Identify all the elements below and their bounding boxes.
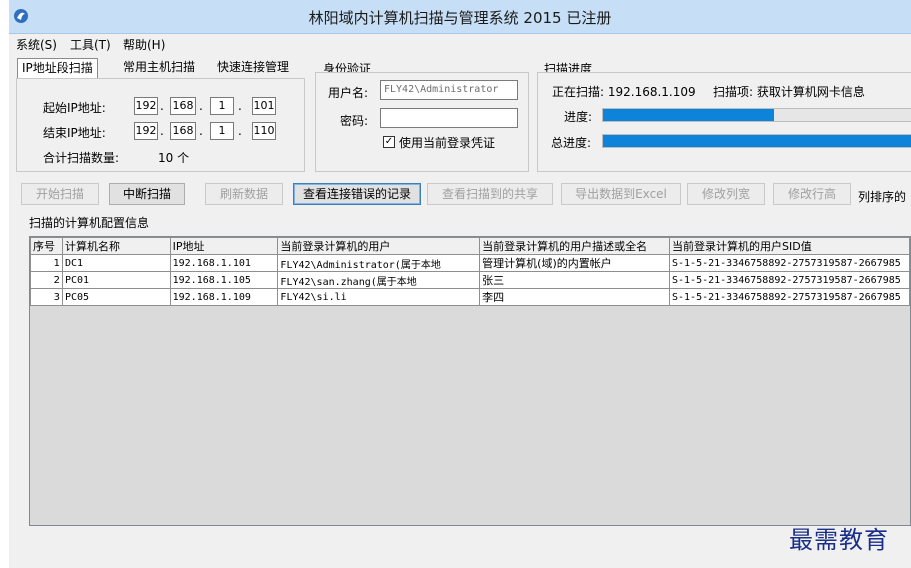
- total-progress-bar: [602, 134, 911, 148]
- table-cell[interactable]: PC01: [61, 271, 171, 289]
- total-count-label: 合计扫描数量:: [43, 151, 120, 165]
- table-cell[interactable]: 192.168.1.101: [169, 254, 279, 272]
- progress-panel: 正在扫描: 192.168.1.109 扫描项: 获取计算机网卡信息 进度: 总…: [537, 72, 911, 172]
- column-header-computer-name[interactable]: 计算机名称: [61, 237, 171, 255]
- start-ip-octet-3[interactable]: 1: [210, 97, 234, 115]
- start-ip-label: 起始IP地址:: [43, 101, 106, 115]
- end-ip-octet-3[interactable]: 1: [210, 122, 234, 140]
- ip-dot: .: [199, 124, 203, 138]
- ip-range-panel: 起始IP地址: 192 . 168 . 1 . 101 结束IP地址: 192 …: [16, 78, 305, 172]
- username-label: 用户名:: [328, 86, 369, 100]
- menu-tools[interactable]: 工具(T): [70, 36, 111, 53]
- password-field[interactable]: [380, 108, 518, 128]
- password-label: 密码:: [340, 114, 369, 128]
- table-cell[interactable]: 管理计算机(域)的内置帐户: [479, 254, 670, 272]
- table-header-row: 序号 计算机名称 IP地址 当前登录计算机的用户 当前登录计算机的用户描述或全名…: [30, 237, 910, 255]
- item-progress-bar: [602, 108, 911, 122]
- table-cell[interactable]: PC05: [61, 288, 171, 306]
- table-cell[interactable]: FLY42\si.li: [277, 288, 481, 306]
- table-cell[interactable]: S-1-5-21-3346758892-2757319587-2667985: [669, 271, 910, 289]
- table-cell[interactable]: 192.168.1.109: [169, 288, 279, 306]
- view-shares-button[interactable]: 查看扫描到的共享: [427, 183, 553, 205]
- ip-dot: .: [160, 124, 164, 138]
- ip-dot: .: [238, 99, 242, 113]
- table-row[interactable]: 3 PC05 192.168.1.109 FLY42\si.li 李四 S-1-…: [30, 288, 910, 306]
- table-row[interactable]: 2 PC01 192.168.1.105 FLY42\san.zhang(属于本…: [30, 271, 910, 289]
- username-field[interactable]: FLY42\Administrator: [380, 80, 518, 100]
- column-header-user-sid[interactable]: 当前登录计算机的用户SID值: [669, 237, 910, 255]
- watermark-text: 最需教育: [789, 526, 889, 554]
- auth-panel: 用户名: FLY42\Administrator 密码: ✓ 使用当前登录凭证: [315, 72, 529, 172]
- table-cell[interactable]: S-1-5-21-3346758892-2757319587-2667985: [669, 288, 910, 306]
- start-scan-button[interactable]: 开始扫描: [21, 183, 99, 205]
- table-cell[interactable]: DC1: [61, 254, 171, 272]
- table-cell[interactable]: 张三: [479, 271, 670, 289]
- item-progress-fill: [603, 109, 774, 121]
- scanning-target-label: 正在扫描: 192.168.1.109: [552, 85, 696, 99]
- scan-item-label: 扫描项: 获取计算机网卡信息: [713, 85, 865, 99]
- start-ip-octet-1[interactable]: 192: [134, 97, 158, 115]
- tab-common-host-scan[interactable]: 常用主机扫描: [119, 58, 199, 78]
- menu-system[interactable]: 系统(S): [16, 36, 57, 53]
- computer-info-grid[interactable]: 序号 计算机名称 IP地址 当前登录计算机的用户 当前登录计算机的用户描述或全名…: [29, 236, 911, 526]
- start-ip-octet-2[interactable]: 168: [170, 97, 196, 115]
- tab-ip-range-scan[interactable]: IP地址段扫描: [17, 58, 98, 78]
- table-cell[interactable]: S-1-5-21-3346758892-2757319587-2667985: [669, 254, 910, 272]
- table-cell[interactable]: FLY42\Administrator(属于本地: [277, 254, 481, 272]
- table-cell[interactable]: 1: [30, 254, 63, 272]
- stop-scan-button[interactable]: 中断扫描: [109, 183, 185, 205]
- end-ip-octet-1[interactable]: 192: [134, 122, 158, 140]
- edit-column-width-button[interactable]: 修改列宽: [687, 183, 765, 205]
- column-header-user-description[interactable]: 当前登录计算机的用户描述或全名: [479, 237, 670, 255]
- window-title: 林阳域内计算机扫描与管理系统 2015 已注册: [308, 9, 612, 27]
- use-current-credentials-checkbox[interactable]: ✓: [383, 136, 395, 148]
- view-connection-errors-button[interactable]: 查看连接错误的记录: [293, 183, 421, 205]
- tab-quick-connect[interactable]: 快速连接管理: [213, 58, 293, 78]
- end-ip-label: 结束IP地址:: [43, 126, 106, 140]
- column-header-index[interactable]: 序号: [30, 237, 63, 255]
- table-cell[interactable]: 3: [30, 288, 63, 306]
- grid-section-title: 扫描的计算机配置信息: [29, 216, 150, 230]
- table-cell[interactable]: 李四: [479, 288, 670, 306]
- use-current-credentials-label[interactable]: 使用当前登录凭证: [399, 134, 495, 151]
- refresh-data-button[interactable]: 刷新数据: [205, 183, 283, 205]
- total-progress-label: 总进度:: [551, 136, 592, 150]
- title-bar[interactable]: 林阳域内计算机扫描与管理系统 2015 已注册: [9, 0, 911, 34]
- menu-bar: 系统(S) 工具(T) 帮助(H): [9, 34, 911, 54]
- table-cell[interactable]: 192.168.1.105: [169, 271, 279, 289]
- end-ip-octet-2[interactable]: 168: [170, 122, 196, 140]
- edit-row-height-button[interactable]: 修改行高: [773, 183, 851, 205]
- menu-help[interactable]: 帮助(H): [123, 36, 165, 53]
- column-header-ip[interactable]: IP地址: [169, 237, 279, 255]
- column-header-logged-user[interactable]: 当前登录计算机的用户: [277, 237, 481, 255]
- total-progress-fill: [603, 135, 911, 147]
- ip-dot: .: [160, 99, 164, 113]
- app-window: 林阳域内计算机扫描与管理系统 2015 已注册 系统(S) 工具(T) 帮助(H…: [9, 0, 911, 568]
- ip-dot: .: [199, 99, 203, 113]
- table-cell[interactable]: FLY42\san.zhang(属于本地: [277, 271, 481, 289]
- ip-dot: .: [238, 124, 242, 138]
- computer-info-table: 序号 计算机名称 IP地址 当前登录计算机的用户 当前登录计算机的用户描述或全名…: [30, 237, 910, 306]
- item-progress-label: 进度:: [564, 110, 593, 124]
- table-cell[interactable]: 2: [30, 271, 63, 289]
- table-row[interactable]: 1 DC1 192.168.1.101 FLY42\Administrator(…: [30, 254, 910, 272]
- column-sort-label[interactable]: 列排序的: [858, 188, 906, 205]
- total-count-value: 10 个: [158, 151, 190, 165]
- export-excel-button[interactable]: 导出数据到Excel: [561, 183, 681, 205]
- end-ip-octet-4[interactable]: 110: [252, 122, 276, 140]
- start-ip-octet-4[interactable]: 101: [252, 97, 276, 115]
